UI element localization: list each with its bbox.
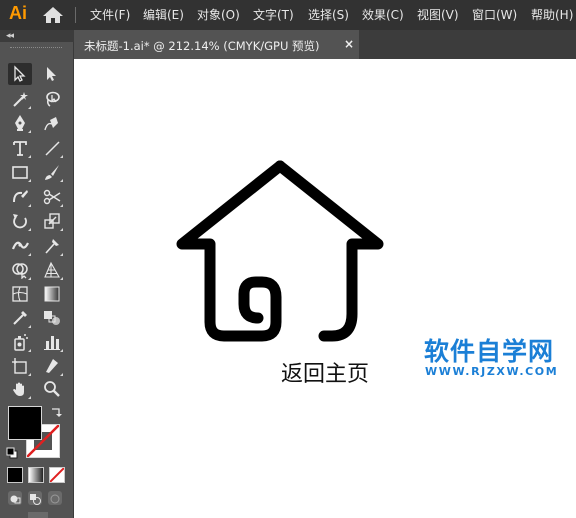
home-icon-artwork[interactable] (172, 154, 392, 344)
zoom-tool[interactable] (40, 378, 64, 400)
rectangle-tool[interactable] (8, 161, 32, 183)
rotate-tool[interactable] (8, 210, 32, 232)
gradient-tool[interactable] (40, 283, 64, 305)
menu-type[interactable]: 文字(T) (253, 6, 294, 23)
fill-swatch[interactable] (8, 406, 42, 440)
document-tab[interactable]: 未标题-1.ai* @ 212.14% (CMYK/GPU 预览) × (74, 30, 359, 59)
column-graph-tool[interactable] (40, 331, 64, 353)
menu-bar: Ai 文件(F) 编辑(E) 对象(O) 文字(T) 选择(S) 效果(C) 视… (0, 0, 576, 30)
pen-tool[interactable] (8, 112, 32, 134)
slice-tool[interactable] (40, 355, 64, 377)
menu-view[interactable]: 视图(V) (417, 6, 459, 23)
document-tab-title: 未标题-1.ai* @ 212.14% (CMYK/GPU 预览) (84, 39, 320, 53)
shaper-tool[interactable] (8, 186, 32, 208)
paintbrush-tool[interactable] (40, 161, 64, 183)
line-segment-tool[interactable] (40, 137, 64, 159)
artboard-canvas[interactable]: 返回主页 软件自学网 WWW.RJZXW.COM (74, 59, 576, 518)
close-icon[interactable]: × (344, 37, 354, 51)
artboard-tool[interactable] (8, 355, 32, 377)
watermark-title: 软件自学网 (424, 337, 555, 366)
swap-fill-stroke-icon[interactable] (50, 404, 62, 423)
scissors-tool[interactable] (40, 186, 64, 208)
menu-file[interactable]: 文件(F) (90, 6, 130, 23)
shape-builder-tool[interactable] (8, 259, 32, 281)
screen-mode-button[interactable] (28, 512, 48, 518)
draw-inside-icon[interactable] (48, 491, 62, 505)
color-mode-button[interactable] (7, 467, 23, 483)
app-logo: Ai (9, 3, 27, 23)
mesh-tool[interactable] (8, 283, 32, 305)
magic-wand-tool[interactable] (8, 88, 32, 110)
symbol-sprayer-tool[interactable] (8, 331, 32, 353)
perspective-grid-tool[interactable] (40, 259, 64, 281)
curvature-tool[interactable] (40, 112, 64, 134)
collapse-panel-icon[interactable]: ◂◂ (6, 31, 14, 41)
direct-selection-tool[interactable] (40, 63, 64, 85)
watermark-url: WWW.RJZXW.COM (425, 365, 559, 378)
menu-select[interactable]: 选择(S) (308, 6, 349, 23)
gradient-mode-button[interactable] (28, 467, 44, 483)
panel-grip[interactable] (10, 47, 62, 50)
menu-divider (75, 7, 76, 23)
draw-behind-icon[interactable] (28, 491, 42, 505)
width-tool[interactable] (8, 235, 32, 257)
menu-edit[interactable]: 编辑(E) (143, 6, 184, 23)
menu-help[interactable]: 帮助(H) (531, 6, 573, 23)
draw-normal-icon[interactable] (8, 491, 22, 505)
menu-window[interactable]: 窗口(W) (472, 6, 517, 23)
default-fill-stroke-icon[interactable] (6, 444, 18, 463)
type-tool[interactable] (8, 137, 32, 159)
menu-object[interactable]: 对象(O) (197, 6, 240, 23)
scale-tool[interactable] (40, 210, 64, 232)
menu-effect[interactable]: 效果(C) (362, 6, 404, 23)
blend-tool[interactable] (40, 307, 64, 329)
hand-tool[interactable] (8, 378, 32, 400)
selection-tool[interactable] (8, 63, 32, 85)
lasso-tool[interactable] (40, 88, 64, 110)
puppet-warp-tool[interactable] (40, 235, 64, 257)
eyedropper-tool[interactable] (8, 307, 32, 329)
none-mode-button[interactable] (49, 467, 65, 483)
home-icon[interactable] (42, 6, 64, 24)
